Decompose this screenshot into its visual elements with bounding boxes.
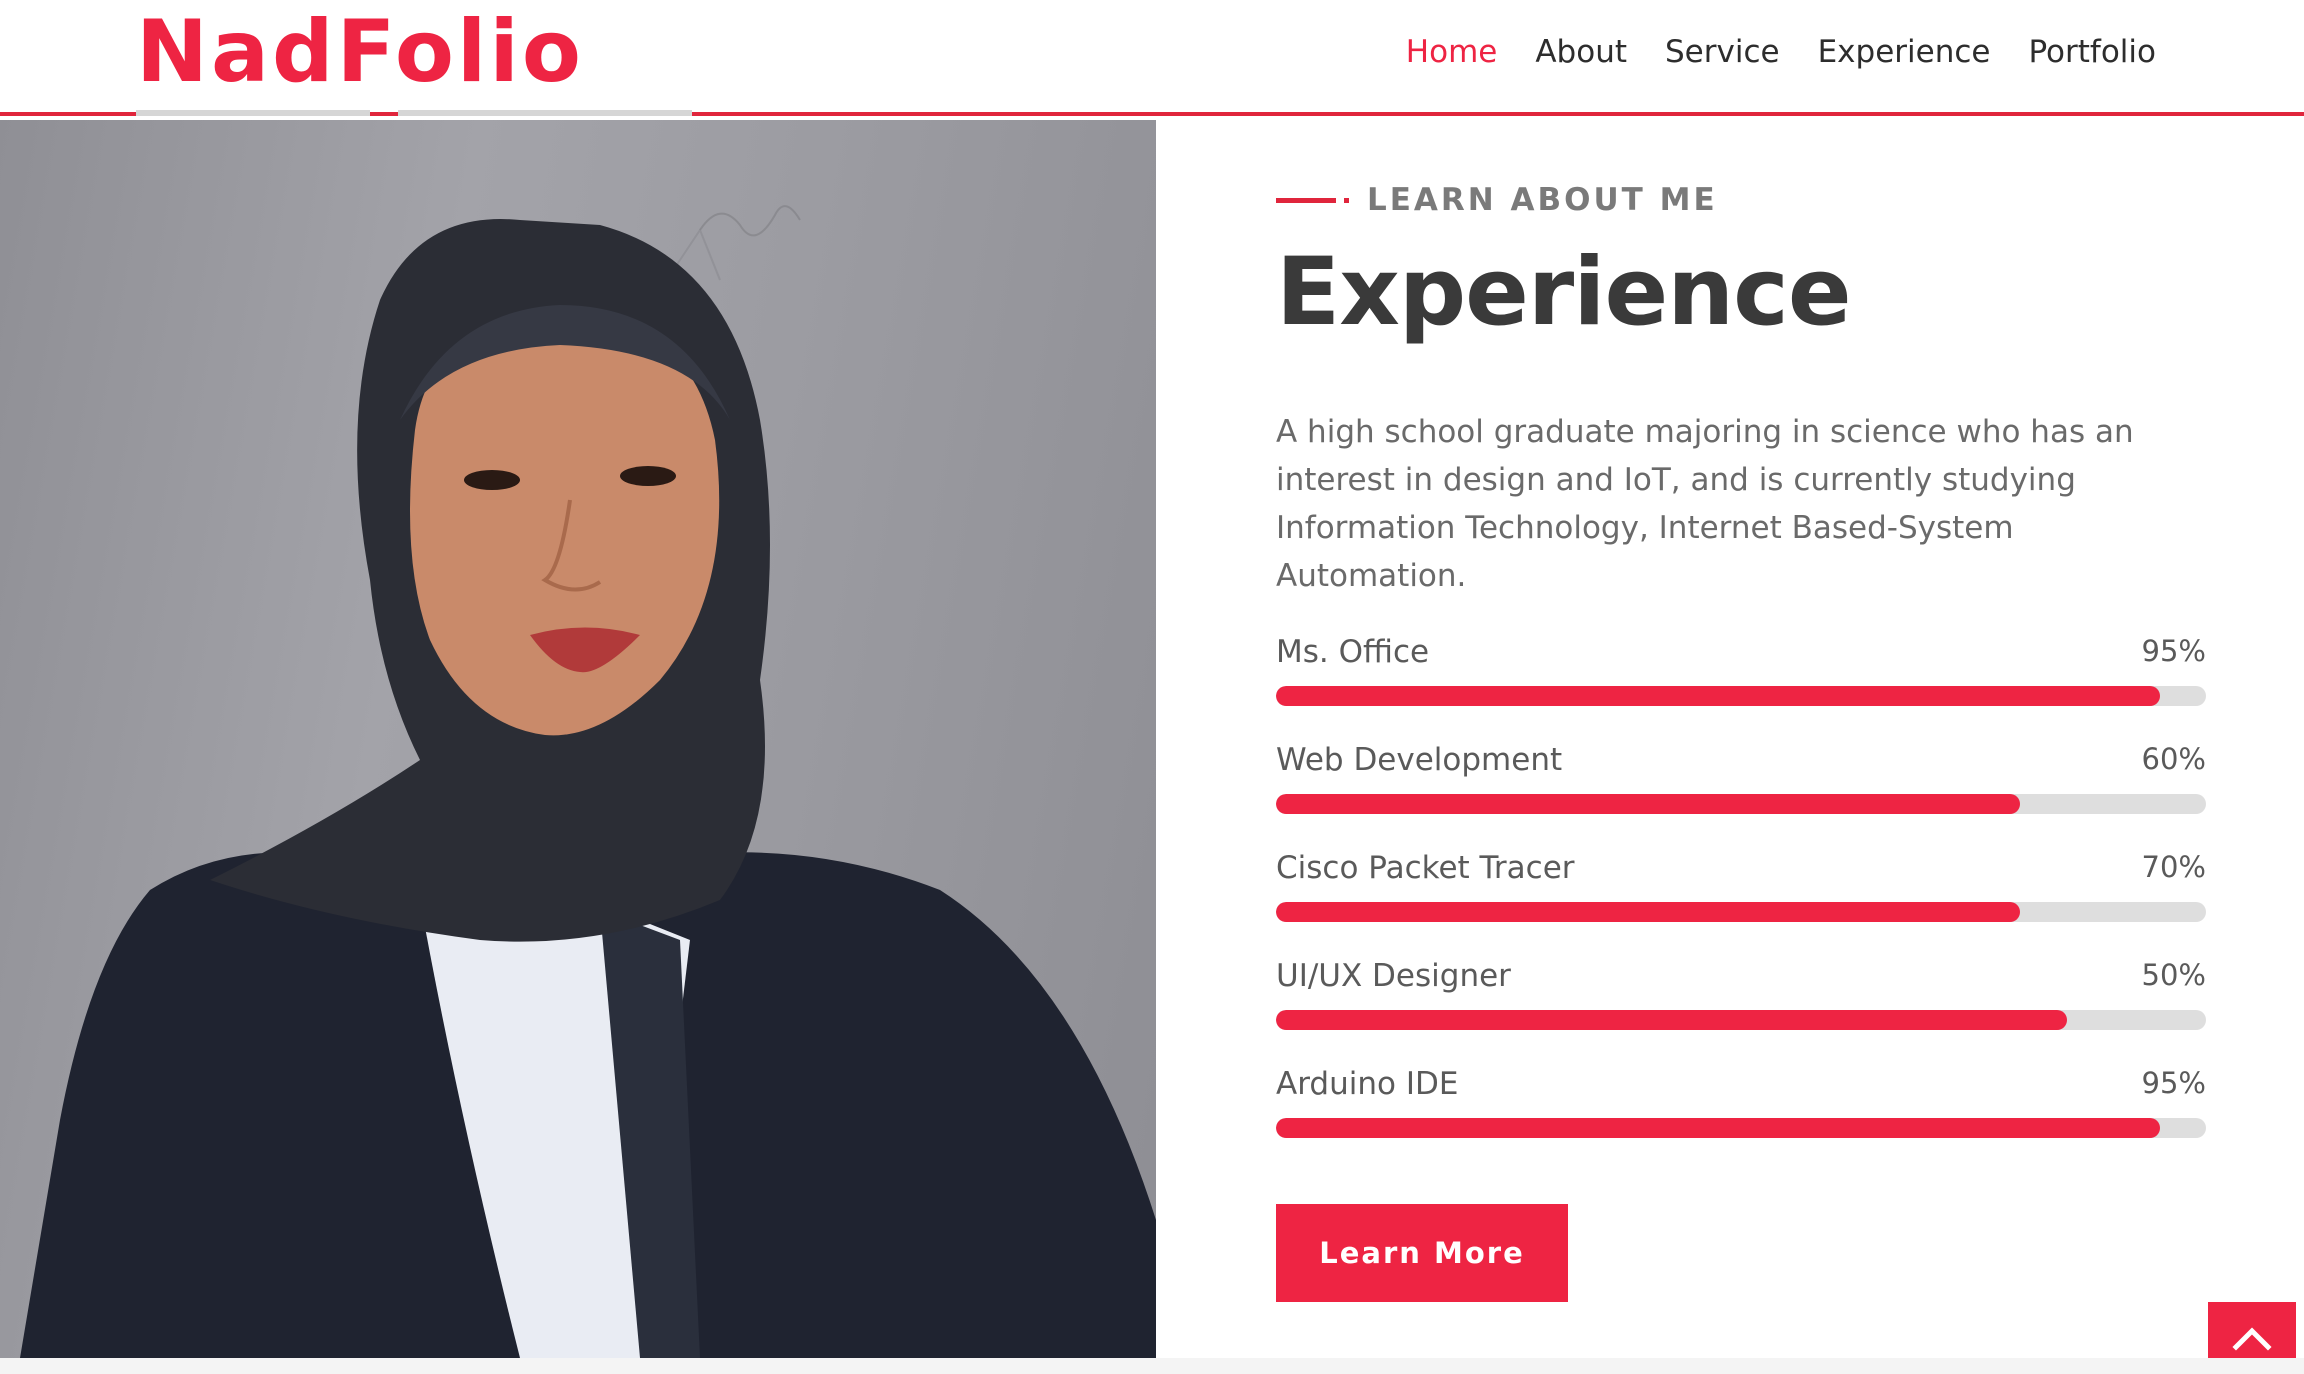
- site-header: NadFolio Home About Service Experience P…: [0, 0, 2304, 116]
- skill-percent: 50%: [2141, 958, 2206, 992]
- skill-item: UI/UX Designer 50%: [1276, 958, 2206, 1066]
- skill-percent: 70%: [2141, 850, 2206, 884]
- skill-item: Ms. Office 95%: [1276, 634, 2206, 742]
- kicker-dot: [1344, 197, 1349, 203]
- nav-about[interactable]: About: [1535, 34, 1627, 70]
- nav-home[interactable]: Home: [1406, 34, 1498, 70]
- profile-photo: [0, 120, 1156, 1358]
- skill-percent: 95%: [2141, 634, 2206, 668]
- site-logo[interactable]: NadFolio: [136, 0, 584, 104]
- skill-progress-fill: [1276, 902, 2020, 922]
- skill-item: Cisco Packet Tracer 70%: [1276, 850, 2206, 958]
- skill-progress-fill: [1276, 794, 2020, 814]
- skill-item: Web Development 60%: [1276, 742, 2206, 850]
- skill-percent: 95%: [2141, 1066, 2206, 1100]
- skill-name: Ms. Office: [1276, 634, 1430, 670]
- nav-portfolio[interactable]: Portfolio: [2028, 34, 2156, 70]
- section-title: Experience: [1276, 238, 1852, 347]
- footer-strip: [0, 1358, 2304, 1374]
- section-kicker: LEARN ABOUT ME: [1276, 182, 1718, 218]
- logo-underline-left: [136, 110, 370, 116]
- skill-name: Cisco Packet Tracer: [1276, 850, 1575, 886]
- profile-photo-illustration: [20, 205, 1156, 1358]
- nav-service[interactable]: Service: [1665, 34, 1780, 70]
- skill-progress-track: [1276, 1118, 2206, 1138]
- chevron-up-icon: [2232, 1327, 2272, 1351]
- skill-name: Web Development: [1276, 742, 1563, 778]
- skill-progress-track: [1276, 686, 2206, 706]
- logo-underline-right: [398, 110, 692, 116]
- learn-more-button[interactable]: Learn More: [1276, 1204, 1568, 1302]
- main-nav: Home About Service Experience Portfolio: [1368, 0, 2156, 104]
- kicker-line: [1276, 197, 1336, 203]
- skill-name: Arduino IDE: [1276, 1066, 1459, 1102]
- nav-experience[interactable]: Experience: [1818, 34, 1991, 70]
- skill-progress-track: [1276, 1010, 2206, 1030]
- skill-progress-fill: [1276, 1010, 2067, 1030]
- kicker-text: LEARN ABOUT ME: [1367, 182, 1718, 218]
- skill-name: UI/UX Designer: [1276, 958, 1511, 994]
- skills-list: Ms. Office 95% Web Development 60% Cisco…: [1276, 634, 2206, 1174]
- skill-progress-track: [1276, 794, 2206, 814]
- skill-progress-fill: [1276, 686, 2160, 706]
- skill-percent: 60%: [2141, 742, 2206, 776]
- section-description: A high school graduate majoring in scien…: [1276, 414, 2134, 594]
- skill-item: Arduino IDE 95%: [1276, 1066, 2206, 1174]
- skill-progress-fill: [1276, 1118, 2160, 1138]
- skill-progress-track: [1276, 902, 2206, 922]
